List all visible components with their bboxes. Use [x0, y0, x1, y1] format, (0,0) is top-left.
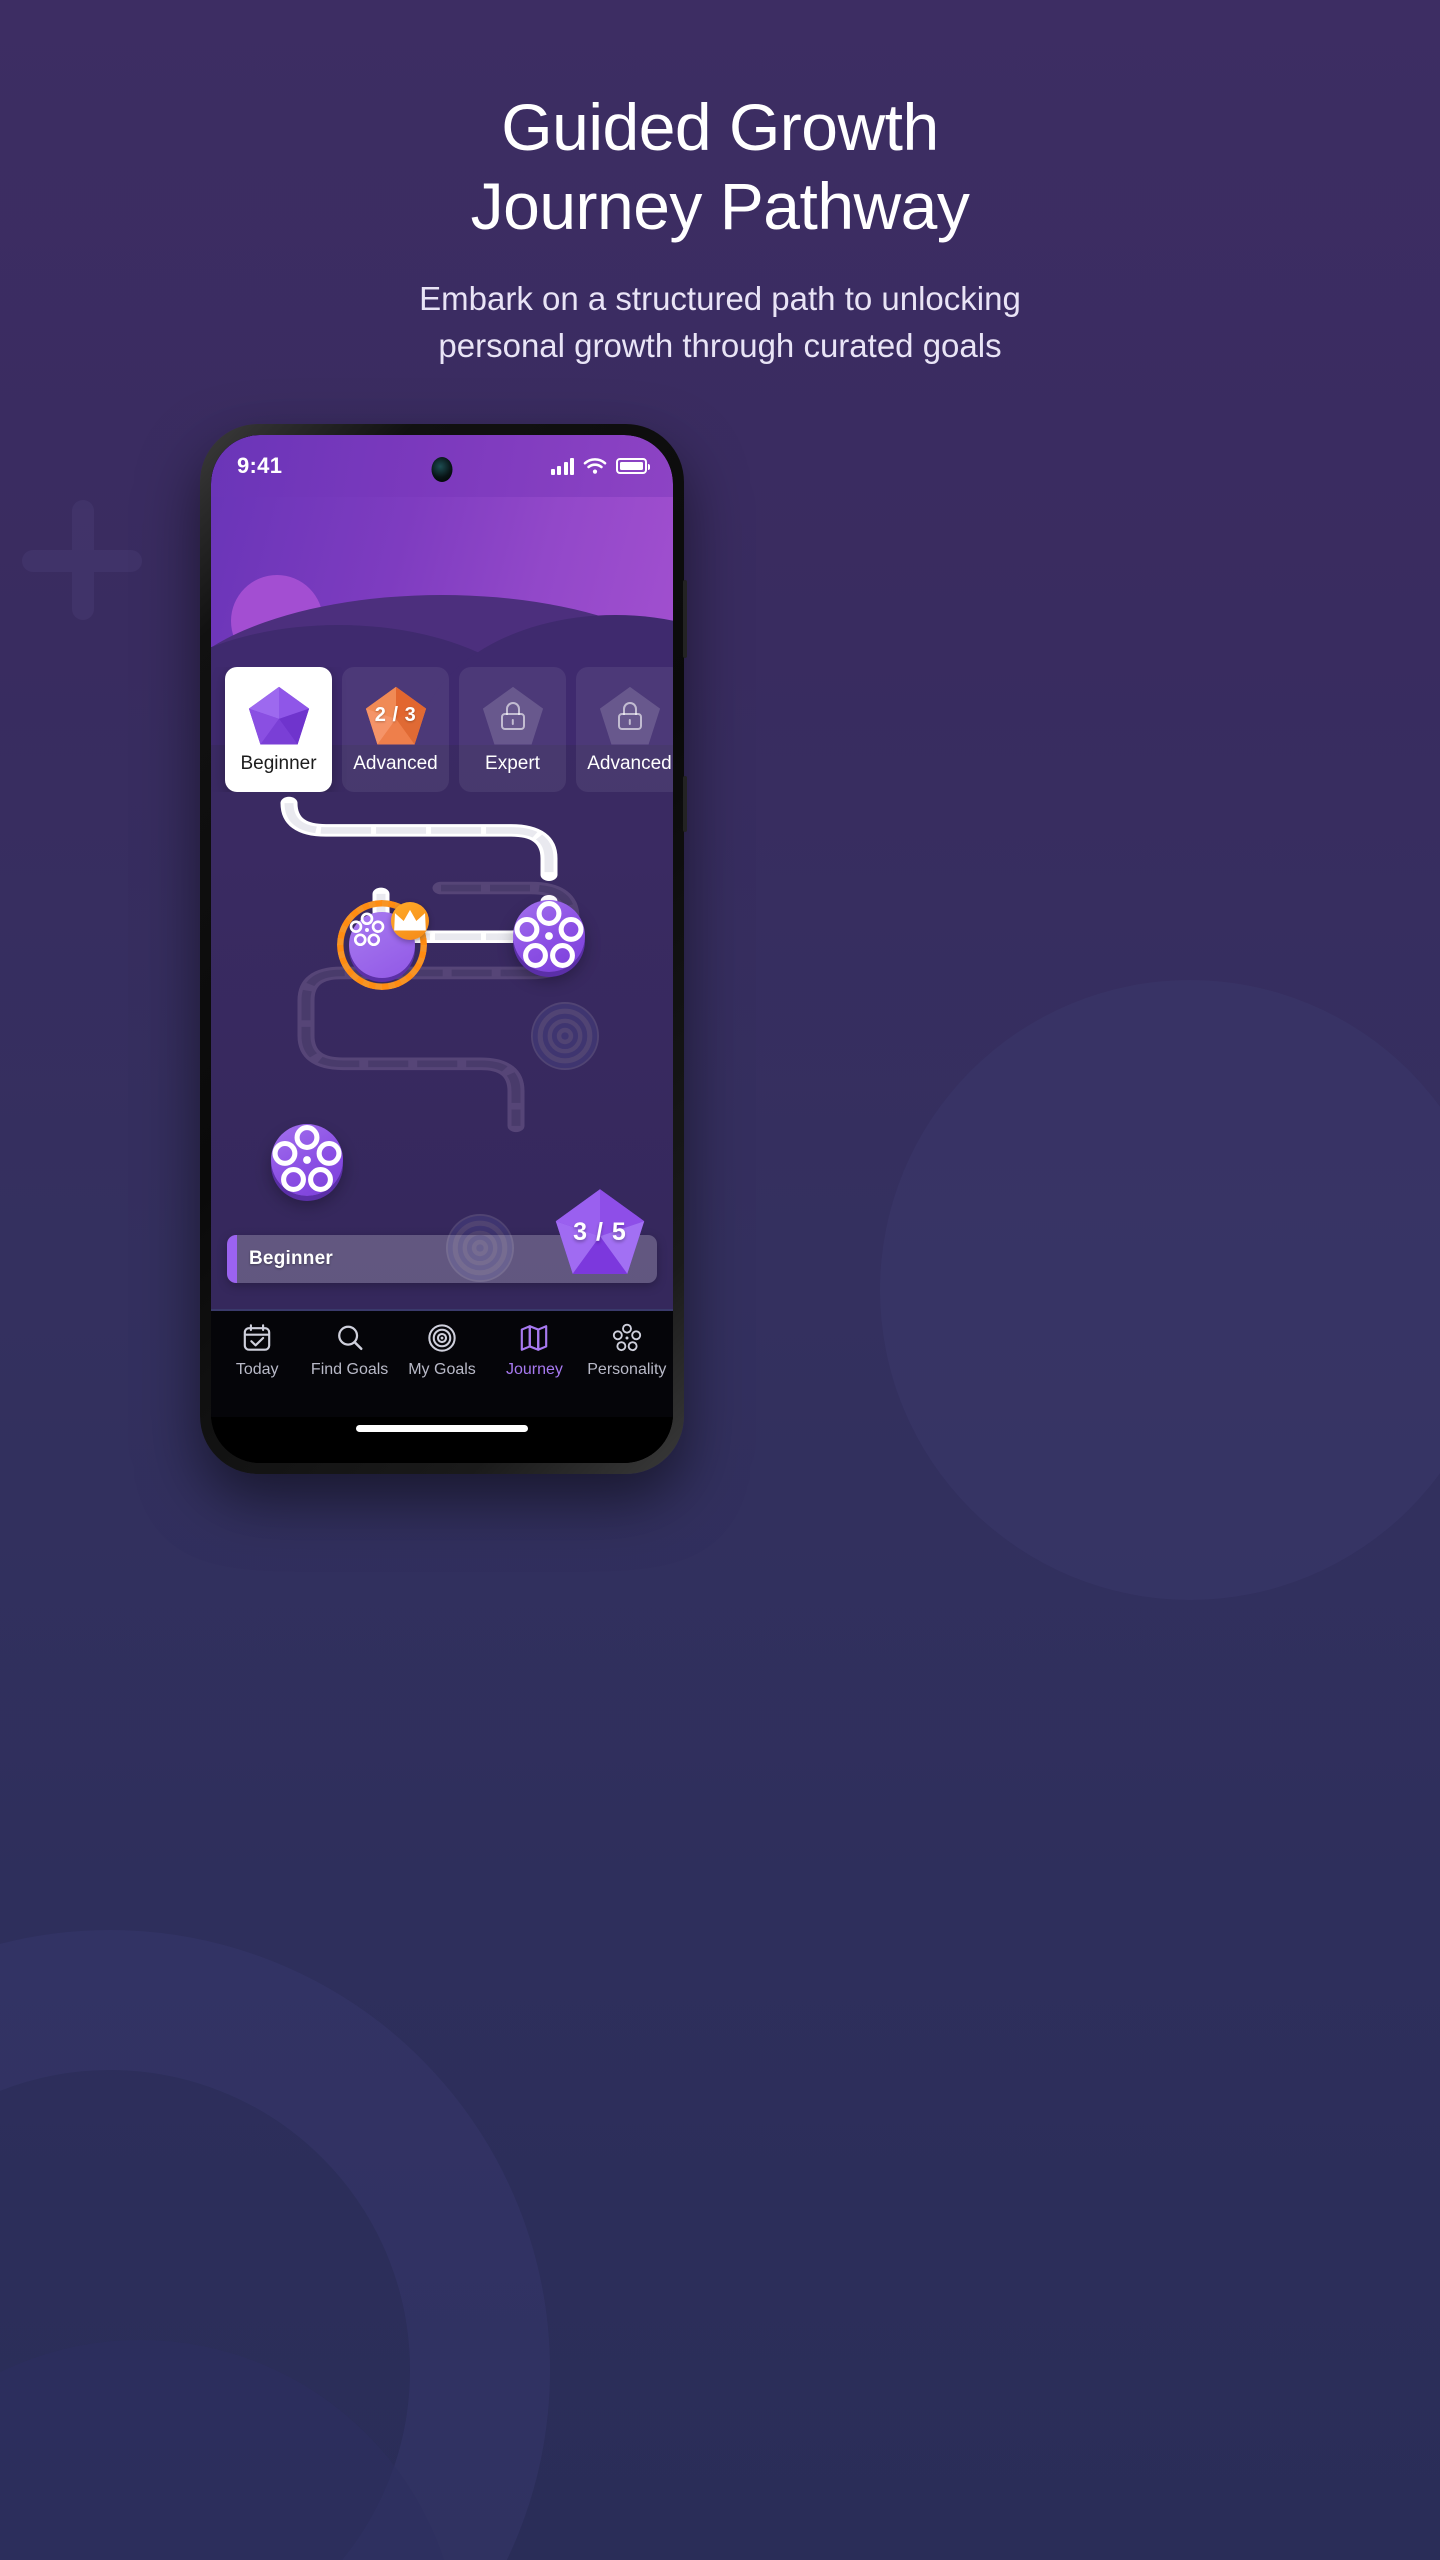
search-icon — [337, 1325, 363, 1351]
node-current[interactable] — [337, 900, 429, 990]
flower-icon — [612, 1323, 641, 1352]
journey-screen: Beginner 2 / 3 Advanced Expert Advanced … — [211, 497, 673, 1309]
lock-icon — [617, 701, 642, 730]
flower-icon — [514, 901, 584, 968]
status-indicators — [550, 457, 650, 475]
phone-mockup: 9:41 Beginner 2 / 3 Advanced Expert Adva… — [200, 424, 687, 1474]
title-line-2: Journey Pathway — [470, 169, 970, 244]
status-bar: 9:41 — [211, 435, 673, 497]
wifi-icon — [583, 458, 607, 474]
node-locked-1[interactable] — [531, 1002, 599, 1070]
cellular-signal-icon — [550, 457, 574, 475]
crown-icon — [394, 909, 426, 931]
flower-icon — [349, 912, 385, 947]
nav-item-personality[interactable]: Personality — [581, 1323, 673, 1379]
calendar-check-icon — [243, 1324, 271, 1351]
subtitle-line-2: personal growth through curated goals — [438, 327, 1002, 365]
nav-item-find-goals[interactable]: Find Goals — [303, 1323, 395, 1379]
pentagon-purple-icon — [247, 685, 311, 747]
bottom-navigation[interactable]: Today Find Goals My Goals Journey Person… — [211, 1309, 673, 1417]
map-icon — [521, 1325, 548, 1351]
progress-bar-fill — [227, 1235, 238, 1283]
app-screen: 9:41 Beginner 2 / 3 Advanced Expert Adva… — [211, 435, 673, 1463]
progress-badge: 3 / 5 — [573, 1217, 627, 1246]
nav-label: Find Goals — [310, 1361, 389, 1378]
page-title: Guided Growth Journey Pathway — [0, 88, 1440, 246]
flower-icon — [272, 1125, 342, 1192]
phone-screen-bezel: 9:41 Beginner 2 / 3 Advanced Expert Adva… — [211, 435, 673, 1463]
subtitle-line-1: Embark on a structured path to unlocking — [419, 280, 1021, 318]
level-badge: 2 / 3 — [374, 704, 417, 726]
nav-label: Journey — [505, 1361, 563, 1378]
volume-button[interactable] — [683, 580, 687, 658]
nav-item-my-goals[interactable]: My Goals — [396, 1323, 488, 1379]
progress-label: Beginner — [249, 1248, 333, 1269]
level-label: Expert — [485, 752, 540, 774]
decor-plus-icon — [22, 500, 142, 620]
level-label: Beginner — [240, 752, 317, 774]
home-indicator-area — [211, 1417, 673, 1463]
pentagon-orange-icon: 2 / 3 — [364, 685, 428, 747]
decor-circle-right — [880, 980, 1440, 1600]
page-subtitle: Embark on a structured path to unlocking… — [0, 276, 1440, 370]
level-tab-expert[interactable]: Expert — [459, 667, 566, 792]
pentagon-locked-icon — [598, 685, 662, 747]
level-label: Advanced — [353, 752, 438, 774]
status-time: 9:41 — [237, 453, 283, 478]
power-button[interactable] — [683, 776, 687, 832]
crown-badge — [391, 902, 429, 940]
nav-item-journey[interactable]: Journey — [488, 1323, 580, 1379]
lock-icon — [500, 701, 525, 730]
node-completed-2[interactable] — [271, 1124, 343, 1196]
pentagon-locked-icon — [481, 685, 545, 747]
target-icon — [532, 1003, 598, 1069]
title-line-1: Guided Growth — [501, 90, 939, 164]
home-indicator[interactable] — [356, 1425, 528, 1432]
journey-map[interactable]: Beginner 3 / 5 — [211, 792, 673, 1309]
level-tab-advanced-2[interactable]: Advanced — [576, 667, 673, 792]
level-tab-advanced-1[interactable]: 2 / 3 Advanced — [342, 667, 449, 792]
level-label: Advanced — [587, 752, 672, 774]
target-icon — [428, 1324, 456, 1352]
level-progress[interactable]: Beginner 3 / 5 — [227, 1189, 657, 1283]
nav-label: My Goals — [408, 1361, 476, 1378]
level-tab-beginner[interactable]: Beginner — [225, 667, 332, 792]
battery-full-icon — [616, 458, 650, 474]
level-selector[interactable]: Beginner 2 / 3 Advanced Expert Advanced — [211, 667, 673, 792]
node-completed-1[interactable] — [513, 900, 585, 972]
marketing-header: Guided Growth Journey Pathway Embark on … — [0, 88, 1440, 370]
nav-label: Today — [235, 1361, 279, 1378]
progress-pentagon-badge: 3 / 5 — [553, 1187, 647, 1277]
nav-label: Personality — [587, 1361, 667, 1378]
front-camera — [431, 457, 453, 482]
nav-item-today[interactable]: Today — [211, 1323, 303, 1379]
